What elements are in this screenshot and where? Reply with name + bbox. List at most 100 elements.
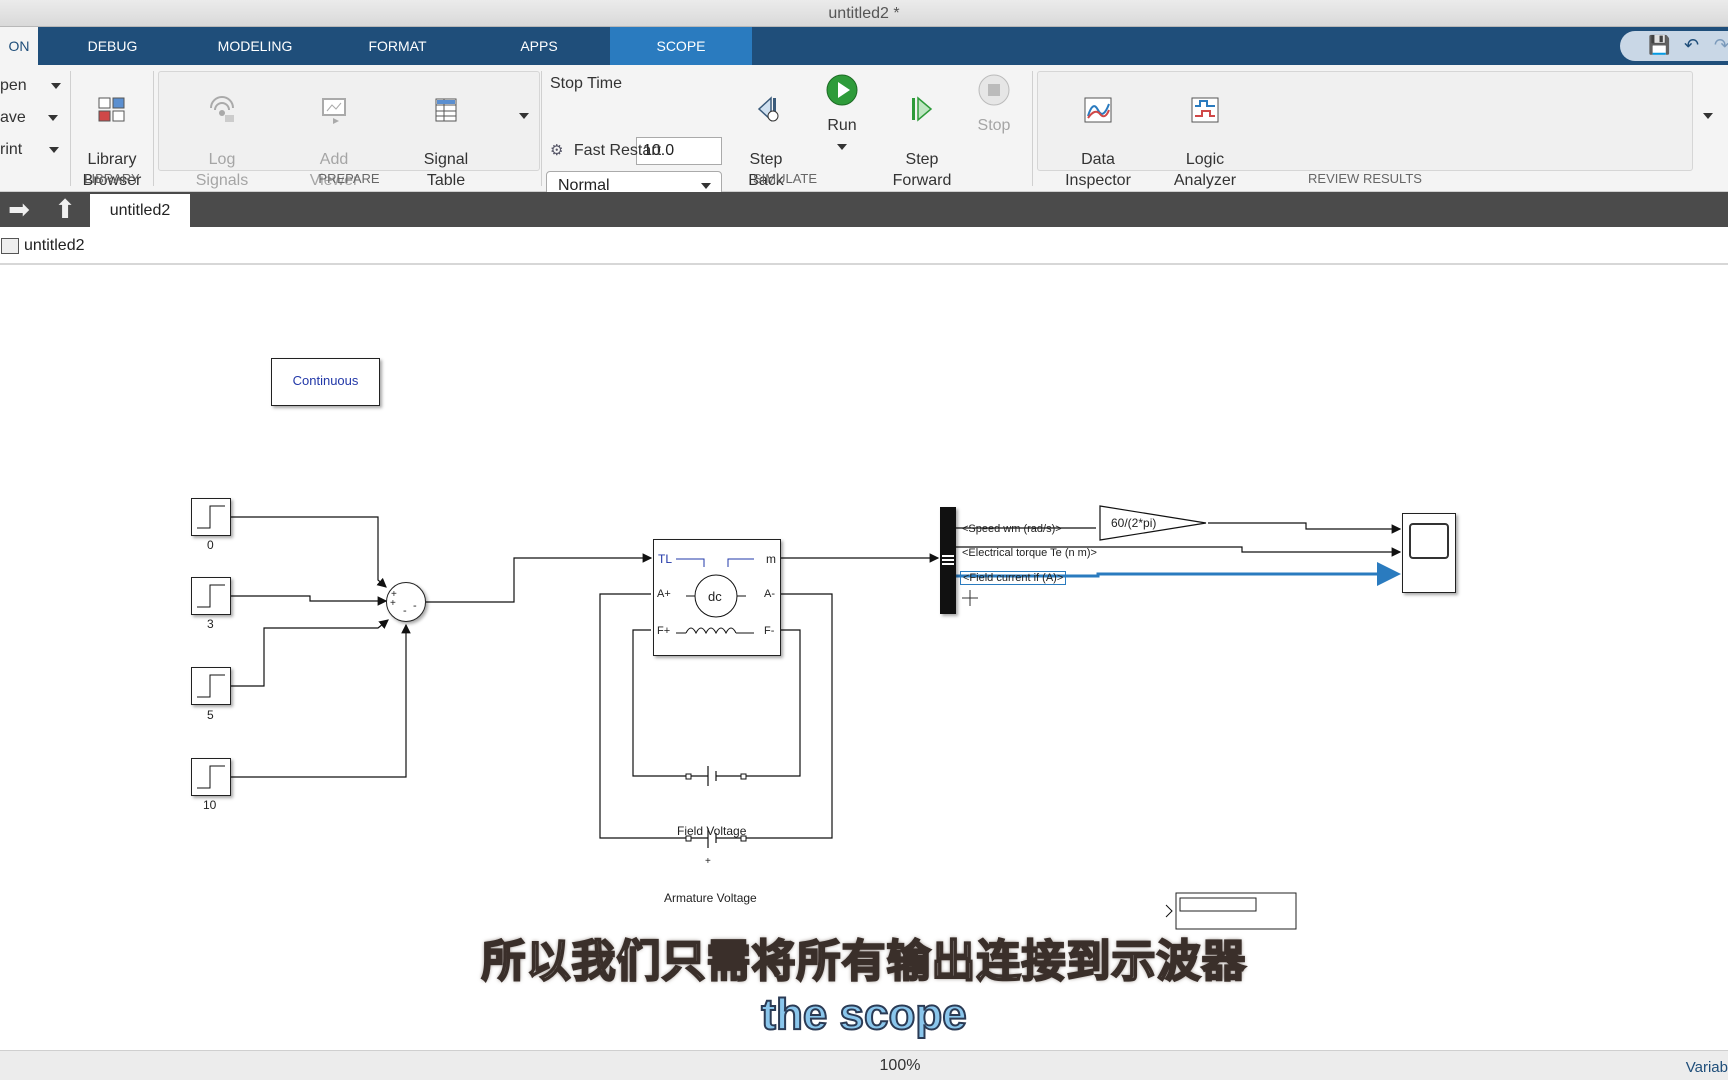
step-block-2[interactable] bbox=[191, 577, 231, 615]
field-voltage-label: Field Voltage bbox=[677, 824, 747, 838]
field-voltage-plus: + bbox=[705, 856, 711, 867]
run-label: Run bbox=[827, 117, 857, 134]
sum-sign-4: - bbox=[413, 600, 417, 612]
explorer-bar: ➡ ⬆ untitled2 bbox=[0, 192, 1728, 227]
gain-value[interactable]: 60/(2*pi) bbox=[1111, 516, 1156, 530]
subtitle-english: the scope bbox=[760, 989, 967, 1040]
motor-a-plus-port: A+ bbox=[657, 588, 671, 600]
save-label: ave bbox=[0, 109, 26, 126]
scope-block[interactable] bbox=[1402, 513, 1456, 593]
stop-button[interactable]: Stop bbox=[964, 73, 1024, 136]
sum-block[interactable]: + + - - bbox=[386, 582, 426, 622]
logic-analyzer-icon bbox=[1191, 97, 1219, 123]
chevron-down-icon bbox=[51, 82, 62, 89]
signal-table-icon bbox=[435, 98, 457, 122]
tab-apps[interactable]: APPS bbox=[500, 27, 578, 65]
add-viewer-icon bbox=[322, 98, 346, 124]
tab-debug[interactable]: DEBUG bbox=[65, 27, 160, 65]
step-forward-icon bbox=[912, 96, 933, 122]
zoom-level[interactable]: 100% bbox=[0, 1057, 1728, 1075]
open-button[interactable]: pen bbox=[0, 77, 62, 95]
signal-label-speed[interactable]: <Speed wm (rad/s)> bbox=[962, 523, 1062, 535]
step-3-value: 5 bbox=[207, 708, 214, 722]
stop-icon bbox=[978, 74, 1010, 106]
run-button[interactable]: Run bbox=[806, 73, 878, 157]
print-label: rint bbox=[0, 141, 23, 158]
divider bbox=[153, 71, 154, 186]
tab-format[interactable]: FORMAT bbox=[350, 27, 445, 65]
save-icon[interactable]: 💾 bbox=[1648, 35, 1670, 56]
fast-restart-button[interactable]: ⚙ Fast Restart bbox=[550, 141, 661, 160]
step-icon bbox=[197, 505, 225, 529]
powergui-block[interactable]: Continuous bbox=[271, 358, 380, 406]
model-breadcrumb: untitled2 bbox=[0, 227, 1728, 265]
step-block-4[interactable] bbox=[191, 758, 231, 796]
motor-f-plus-port: F+ bbox=[657, 625, 671, 637]
tab-scope[interactable]: SCOPE bbox=[610, 27, 752, 65]
prepare-group-label: PREPARE bbox=[318, 171, 380, 186]
open-label: pen bbox=[0, 77, 27, 94]
simulate-group-label: SIMULATE bbox=[752, 171, 818, 186]
ribbon-expand-button[interactable] bbox=[1698, 105, 1718, 126]
sum-sign-3: - bbox=[403, 605, 407, 617]
library-browser-icon bbox=[98, 97, 125, 122]
chevron-down-icon bbox=[48, 114, 59, 121]
motor-f-minus-port: F- bbox=[764, 625, 775, 637]
step-icon bbox=[197, 765, 225, 789]
step-icon bbox=[197, 674, 225, 698]
chevron-down-icon bbox=[519, 112, 529, 119]
signal-label-torque[interactable]: <Electrical torque Te (n m)> bbox=[962, 547, 1097, 559]
step-2-value: 3 bbox=[207, 617, 214, 631]
tab-modeling[interactable]: MODELING bbox=[200, 27, 310, 65]
step-block-1[interactable] bbox=[191, 498, 231, 536]
fast-restart-label: Fast Restart bbox=[573, 142, 662, 159]
stop-label: Stop bbox=[977, 117, 1011, 134]
log-signals-icon bbox=[210, 96, 234, 122]
breadcrumb-model[interactable]: untitled2 bbox=[24, 237, 85, 255]
tab-simulation[interactable]: ON bbox=[0, 27, 38, 65]
save-button[interactable]: ave bbox=[0, 109, 59, 127]
bus-selector-block[interactable] bbox=[940, 507, 956, 614]
quick-access-toolbar: 💾 ↶ ↷ bbox=[1620, 31, 1728, 61]
step-1-value: 0 bbox=[207, 538, 214, 552]
forward-arrow-icon[interactable]: ➡ bbox=[4, 195, 34, 224]
run-icon bbox=[826, 74, 858, 106]
chevron-down-icon bbox=[48, 146, 59, 153]
up-arrow-icon[interactable]: ⬆ bbox=[50, 195, 80, 224]
simulink-window: untitled2 * ON DEBUG MODELING FORMAT APP… bbox=[0, 0, 1728, 1080]
divider bbox=[70, 71, 71, 186]
motor-dc-label: dc bbox=[708, 589, 722, 604]
step-block-3[interactable] bbox=[191, 667, 231, 705]
scope-icon bbox=[1409, 523, 1449, 559]
model-icon bbox=[1, 238, 19, 254]
dc-machine-block[interactable]: TL m A+ A- F+ F- dc bbox=[653, 539, 781, 656]
library-group-label: LIBRARY bbox=[84, 171, 140, 186]
step-back-icon bbox=[757, 96, 779, 122]
stop-time-label: Stop Time bbox=[550, 75, 623, 92]
signal-label-field-current[interactable]: <Field current if (A)> bbox=[960, 571, 1067, 585]
subtitle-chinese: 所以我们只需将所有输出连接到示波器 bbox=[481, 936, 1247, 987]
ribbon-tab-bar: ON DEBUG MODELING FORMAT APPS SCOPE 💾 ↶ … bbox=[0, 27, 1728, 65]
sum-sign-2: + bbox=[390, 598, 396, 609]
armature-voltage-label: Armature Voltage bbox=[664, 891, 757, 905]
undo-icon[interactable]: ↶ bbox=[1684, 35, 1699, 56]
divider bbox=[1032, 71, 1033, 186]
step-4-value: 10 bbox=[203, 798, 217, 812]
motor-a-minus-port: A- bbox=[764, 588, 775, 600]
model-tab[interactable]: untitled2 bbox=[90, 194, 190, 227]
status-bar: 100% Variab bbox=[0, 1050, 1728, 1080]
fast-restart-icon: ⚙ bbox=[550, 142, 564, 159]
powergui-label: Continuous bbox=[292, 373, 359, 388]
review-group-label: REVIEW RESULTS bbox=[1308, 171, 1422, 186]
redo-icon[interactable]: ↷ bbox=[1714, 35, 1728, 56]
motor-tl-port: TL bbox=[658, 552, 673, 566]
status-right-text[interactable]: Variab bbox=[1686, 1059, 1728, 1076]
chevron-down-icon bbox=[1703, 112, 1713, 119]
divider bbox=[541, 71, 542, 186]
prepare-gallery-expand[interactable] bbox=[514, 105, 534, 126]
window-title: untitled2 * bbox=[0, 0, 1728, 27]
step-icon bbox=[197, 584, 225, 608]
data-inspector-icon bbox=[1084, 97, 1112, 123]
motor-m-port: m bbox=[766, 552, 776, 566]
print-button[interactable]: rint bbox=[0, 141, 59, 159]
